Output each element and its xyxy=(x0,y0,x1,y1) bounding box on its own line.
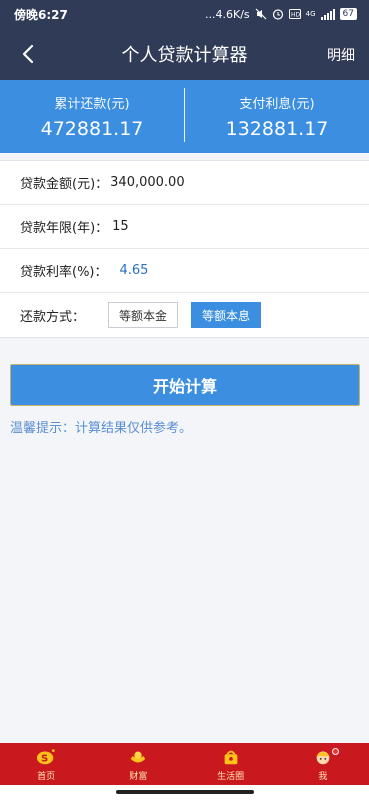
tab-home[interactable]: S 首页 xyxy=(0,743,92,785)
tab-life-circle-label: 生活圈 xyxy=(217,771,245,782)
equal-principal-button[interactable]: 等额本金 xyxy=(108,302,179,328)
start-calculate-button[interactable]: 开始计算 xyxy=(10,364,360,406)
loan-amount-input[interactable]: 340,000.00 xyxy=(110,175,184,190)
tab-me-label: 我 xyxy=(318,771,328,782)
total-repayment-value: 472881.17 xyxy=(40,118,144,140)
total-interest-label: 支付利息(元) xyxy=(239,97,315,112)
status-time: 傍晚6:27 xyxy=(14,7,68,22)
repayment-method-row: 还款方式： 等额本金 等额本息 xyxy=(0,293,369,337)
total-repayment-label: 累计还款(元) xyxy=(54,97,130,112)
loan-term-label: 贷款年限(年)： xyxy=(20,221,109,236)
loan-rate-row[interactable]: 贷款利率(%)： 4.65 xyxy=(0,249,369,293)
tab-me[interactable]: 我 xyxy=(277,743,369,785)
life-circle-icon xyxy=(221,747,241,767)
total-interest-value: 132881.17 xyxy=(225,118,329,140)
svg-text:S: S xyxy=(41,753,48,764)
loan-amount-row[interactable]: 贷款金额(元)： 340,000.00 xyxy=(0,161,369,205)
alarm-icon xyxy=(272,9,283,20)
total-repayment: 累计还款(元) 472881.17 xyxy=(0,80,184,153)
chevron-left-icon xyxy=(22,44,34,64)
equal-installment-button[interactable]: 等额本息 xyxy=(191,302,262,328)
loan-term-row[interactable]: 贷款年限(年)： 15 xyxy=(0,205,369,249)
summary-divider xyxy=(184,88,185,142)
loan-amount-label: 贷款金额(元)： xyxy=(20,177,109,192)
bottom-tab-bar: S 首页 财富 生活圈 我 xyxy=(0,743,369,785)
repayment-method-label: 还款方式： xyxy=(20,309,86,325)
signal-icon xyxy=(320,8,335,20)
hd-icon: HD xyxy=(288,9,301,19)
status-indicators: ...4.6K/s HD 4G 67 xyxy=(205,8,357,21)
detail-button[interactable]: 明细 xyxy=(327,45,355,65)
loan-form: 贷款金额(元)： 340,000.00 贷款年限(年)： 15 贷款利率(%)：… xyxy=(0,160,369,338)
nav-bar: 个人贷款计算器 明细 xyxy=(0,28,369,80)
status-bar: 傍晚6:27 ...4.6K/s HD 4G 67 xyxy=(0,0,369,28)
loan-rate-input[interactable]: 4.65 xyxy=(120,263,149,278)
tab-life-circle[interactable]: 生活圈 xyxy=(185,743,277,785)
mute-icon xyxy=(255,8,267,20)
home-logo-icon: S xyxy=(36,747,56,767)
battery-icon: 67 xyxy=(339,8,357,20)
tip-text: 温馨提示：计算结果仅供参考。 xyxy=(10,421,193,436)
svg-text:HD: HD xyxy=(291,12,301,19)
tab-wealth-label: 财富 xyxy=(129,771,148,782)
total-interest: 支付利息(元) 132881.17 xyxy=(185,80,369,153)
page-title: 个人贷款计算器 xyxy=(121,45,248,66)
home-indicator[interactable] xyxy=(116,790,254,794)
loan-rate-label: 贷款利率(%)： xyxy=(20,265,108,280)
tab-home-label: 首页 xyxy=(37,771,56,782)
network-speed: ...4.6K/s xyxy=(205,7,250,21)
result-summary: 累计还款(元) 472881.17 支付利息(元) 132881.17 xyxy=(0,80,369,153)
notification-dot xyxy=(332,748,339,755)
loan-term-input[interactable]: 15 xyxy=(112,219,129,234)
gold-ingot-icon xyxy=(128,747,148,767)
back-button[interactable] xyxy=(14,40,42,68)
signal-label: 4G xyxy=(305,10,316,18)
profile-avatar-icon xyxy=(313,747,333,767)
tab-wealth[interactable]: 财富 xyxy=(92,743,184,785)
